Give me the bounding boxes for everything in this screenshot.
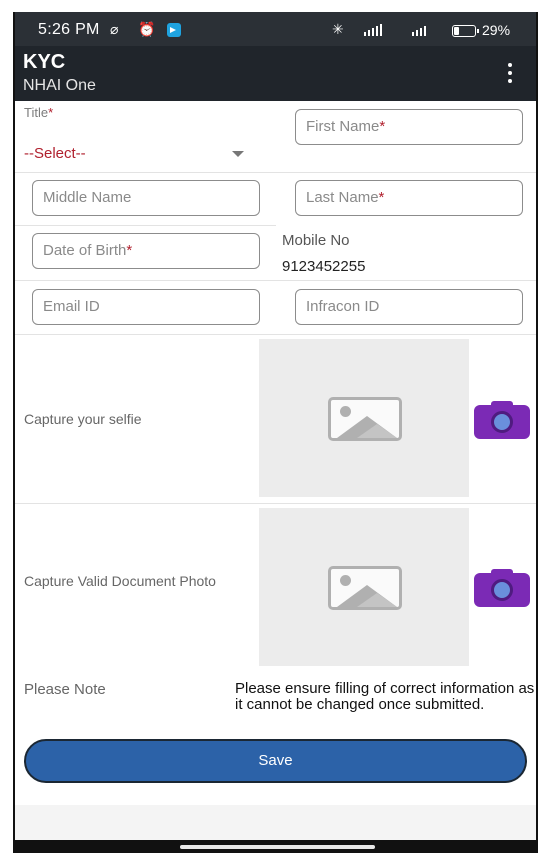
status-time: 5:26 PM	[38, 21, 100, 38]
divider	[14, 280, 538, 281]
device-frame-left	[13, 12, 15, 844]
image-placeholder-icon	[328, 566, 402, 610]
document-preview	[259, 508, 469, 666]
divider	[14, 503, 538, 504]
divider	[14, 334, 538, 335]
selfie-preview	[259, 339, 469, 497]
kyc-form: Title* --Select-- First Name* Middle Nam…	[14, 101, 538, 842]
last-name-field[interactable]: Last Name*	[295, 180, 523, 216]
middle-name-field[interactable]: Middle Name	[32, 180, 260, 216]
phone-screen: 5:26 PM ⌀ ⏰ ✳ 29% KYC NHAI One Title* --…	[14, 12, 538, 842]
battery-percent: 29%	[482, 22, 511, 38]
note-text: Please ensure filling of correct informa…	[235, 680, 535, 713]
infracon-id-field[interactable]: Infracon ID	[295, 289, 523, 325]
telegram-icon	[167, 23, 181, 37]
title-select-value: --Select--	[24, 145, 86, 162]
no-wifi-icon: ⌀	[110, 21, 119, 37]
bluetooth-icon: ✳	[332, 21, 344, 37]
mobile-value: 9123452255	[282, 258, 366, 275]
status-bar: 5:26 PM ⌀ ⏰ ✳ 29%	[14, 12, 538, 46]
note-label: Please Note	[24, 681, 106, 698]
chevron-down-icon	[232, 151, 244, 157]
alarm-icon: ⏰	[138, 21, 156, 37]
save-button[interactable]: Save	[24, 739, 527, 783]
signal-icon-2	[412, 24, 442, 36]
battery-icon	[452, 25, 479, 37]
date-of-birth-field[interactable]: Date of Birth*	[32, 233, 260, 269]
camera-icon[interactable]	[474, 401, 530, 439]
divider	[14, 172, 538, 173]
image-placeholder-icon	[328, 397, 402, 441]
mobile-label: Mobile No	[282, 232, 350, 249]
selfie-label: Capture your selfie	[24, 411, 142, 427]
document-label: Capture Valid Document Photo	[24, 573, 216, 589]
divider	[14, 225, 276, 226]
bottom-area	[14, 805, 538, 842]
app-bar: KYC NHAI One	[14, 46, 538, 101]
device-frame-right	[536, 12, 538, 844]
signal-icon	[364, 24, 394, 36]
camera-icon[interactable]	[474, 569, 530, 607]
title-label: Title*	[24, 105, 54, 120]
app-subtitle: NHAI One	[23, 77, 96, 94]
first-name-field[interactable]: First Name*	[295, 109, 523, 145]
home-indicator[interactable]	[180, 845, 375, 849]
more-vertical-icon[interactable]	[502, 63, 518, 85]
page-title: KYC	[23, 51, 66, 73]
email-field[interactable]: Email ID	[32, 289, 260, 325]
